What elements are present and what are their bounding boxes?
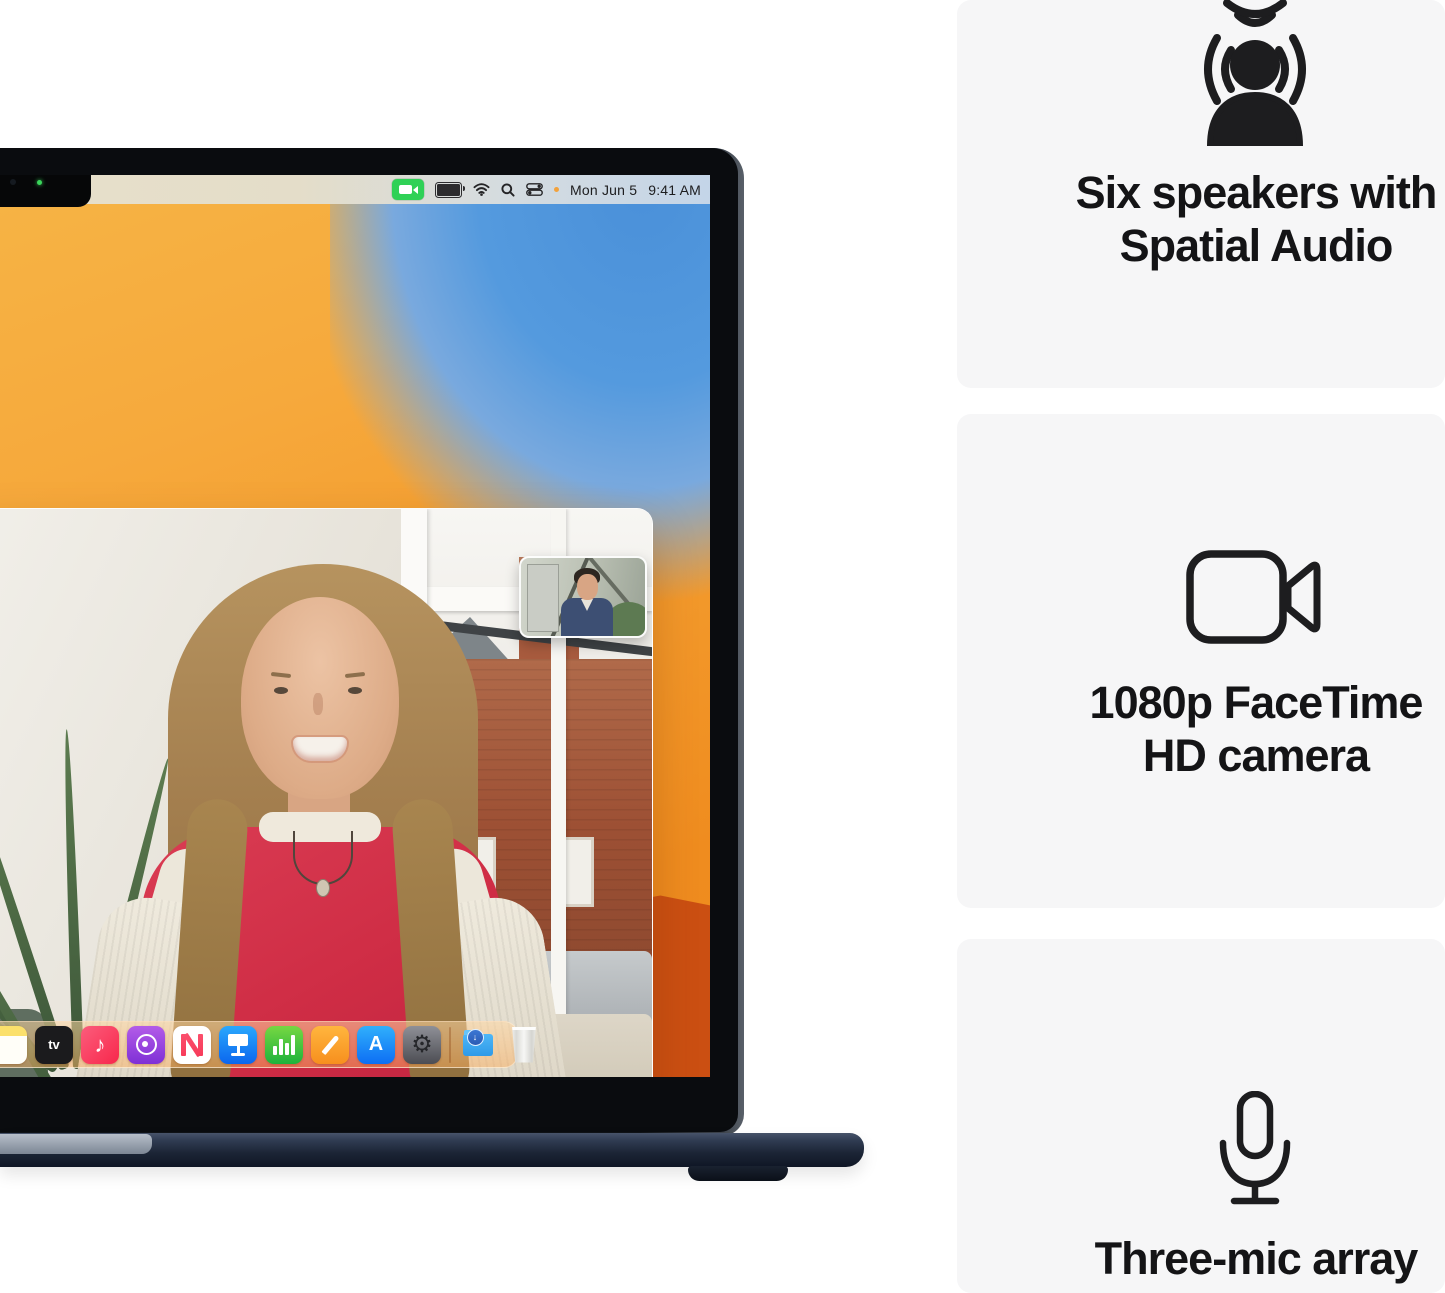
macbook-rubber-foot [688, 1166, 788, 1181]
facetime-pip-self-view[interactable] [519, 556, 647, 638]
dock: tv ♪ A ⚙ [0, 1021, 518, 1068]
caller-face [241, 597, 399, 799]
spatial-audio-person-icon [1191, 0, 1319, 151]
menu-bar: Mon Jun 5 9:41 AM [0, 175, 710, 204]
microphone-icon [1217, 1091, 1293, 1212]
dock-icon-podcasts[interactable] [127, 1026, 165, 1064]
trash-bin-icon [511, 1027, 537, 1063]
dock-icon-music[interactable]: ♪ [81, 1026, 119, 1064]
gear-icon: ⚙ [411, 1030, 433, 1059]
video-camera-icon [1186, 550, 1324, 649]
display-notch [0, 175, 91, 207]
dock-icon-keynote[interactable] [219, 1026, 257, 1064]
dock-icon-system-settings[interactable]: ⚙ [403, 1026, 441, 1064]
facetime-active-camera-icon[interactable] [392, 179, 424, 200]
tv-label: tv [48, 1037, 60, 1052]
smile [293, 737, 347, 761]
control-center-icon[interactable] [526, 183, 543, 196]
necklace-pendant [316, 879, 330, 897]
wifi-icon[interactable] [473, 183, 490, 196]
feature-card-mic: Three-mic array [957, 939, 1445, 1293]
feature-title-camera: 1080p FaceTime HD camera [976, 676, 1445, 782]
feature-card-camera: 1080p FaceTime HD camera [957, 414, 1445, 908]
dock-icon-pages[interactable] [311, 1026, 349, 1064]
dock-icon-trash[interactable] [505, 1026, 543, 1064]
download-arrow-icon: ↓ [467, 1029, 484, 1046]
facetime-window[interactable] [0, 508, 653, 1077]
music-note-icon: ♪ [95, 1032, 106, 1058]
camera-indicator-led [37, 180, 42, 185]
spotlight-search-icon[interactable] [501, 183, 515, 197]
pip-man-face [577, 574, 598, 600]
page: Mon Jun 5 9:41 AM [0, 0, 1445, 1293]
feature-title-speakers: Six speakers with Spatial Audio [976, 166, 1445, 272]
webcam-icon [10, 179, 16, 185]
dock-divider [449, 1027, 451, 1063]
mic-in-use-indicator [554, 187, 559, 192]
macbook-keyboard-deck [0, 1134, 152, 1154]
feature-card-speakers: Six speakers with Spatial Audio [957, 0, 1445, 388]
menubar-date[interactable]: Mon Jun 5 [570, 182, 637, 198]
battery-icon[interactable] [435, 182, 462, 198]
dock-icon-numbers[interactable] [265, 1026, 303, 1064]
dock-icon-app-store[interactable]: A [357, 1026, 395, 1064]
dock-icon-downloads-folder[interactable]: ↓ [459, 1026, 497, 1064]
macbook-display: Mon Jun 5 9:41 AM [0, 175, 710, 1077]
menubar-time[interactable]: 9:41 AM [648, 182, 701, 198]
app-store-a-icon: A [369, 1033, 383, 1056]
dock-icon-notes[interactable] [0, 1026, 27, 1064]
feature-title-mic: Three-mic array [976, 1232, 1445, 1285]
dock-icon-apple-tv[interactable]: tv [35, 1026, 73, 1064]
dock-icon-news[interactable] [173, 1026, 211, 1064]
